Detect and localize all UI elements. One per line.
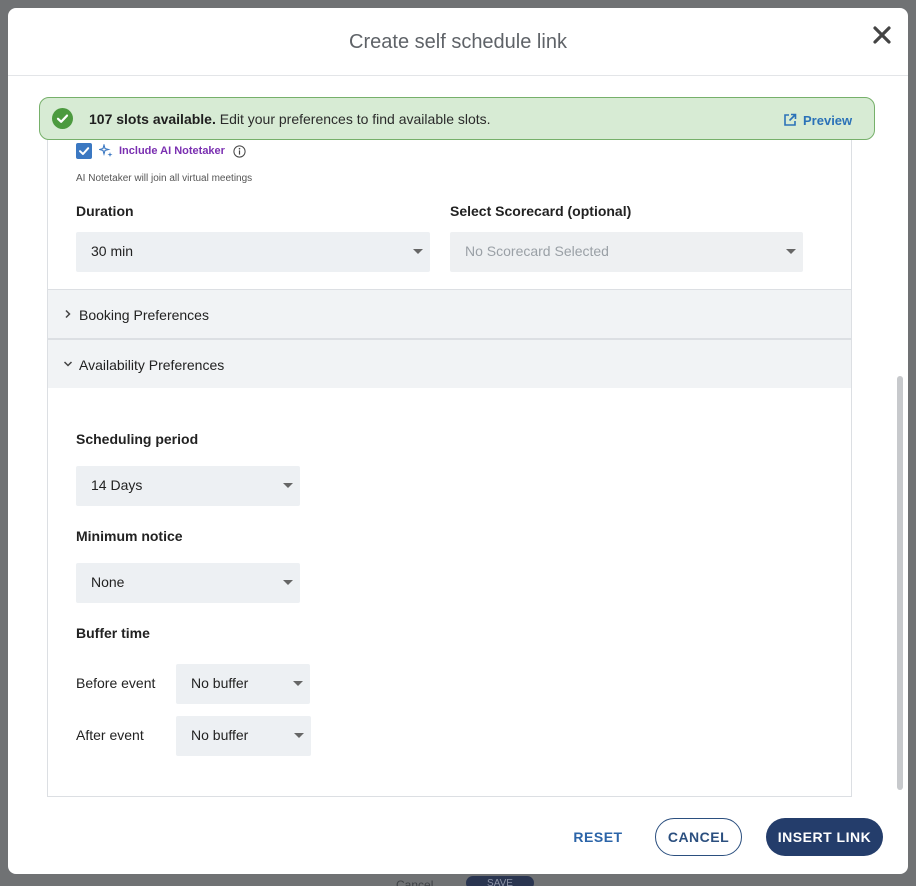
- banner-message: 107 slots available. Edit your preferenc…: [89, 111, 491, 127]
- booking-preferences-header[interactable]: Booking Preferences: [47, 289, 852, 339]
- ai-notetaker-note: AI Notetaker will join all virtual meeti…: [76, 173, 253, 184]
- after-event-value: No buffer: [191, 727, 249, 743]
- ai-notetaker-label: Include AI Notetaker: [119, 145, 225, 157]
- duration-label: Duration: [76, 203, 134, 219]
- availability-preferences-label: Availability Preferences: [79, 357, 225, 373]
- check-circle-icon: [52, 108, 73, 129]
- slots-available-banner: 107 slots available. Edit your preferenc…: [39, 97, 875, 140]
- minimum-notice-value: None: [91, 574, 125, 590]
- close-button[interactable]: [869, 22, 895, 48]
- sparkle-icon: [99, 144, 113, 157]
- availability-preferences-header[interactable]: Availability Preferences: [47, 339, 852, 389]
- external-link-icon: [784, 113, 797, 126]
- modal-scroll-area[interactable]: Include AI Notetaker AI Notetaker will j…: [8, 77, 908, 797]
- duration-select[interactable]: 30 min: [76, 232, 430, 272]
- chevron-down-icon: [413, 249, 423, 254]
- chevron-down-icon: [294, 733, 304, 738]
- scheduling-period-select[interactable]: 14 Days: [76, 466, 300, 506]
- backdrop-cancel-text: Cancel: [396, 878, 434, 886]
- reset-button[interactable]: RESET: [561, 818, 635, 856]
- scheduling-period-value: 14 Days: [91, 477, 143, 493]
- scheduling-period-label: Scheduling period: [76, 431, 199, 447]
- after-event-select[interactable]: No buffer: [176, 716, 311, 756]
- chevron-down-icon: [283, 580, 293, 585]
- before-event-label: Before event: [76, 675, 156, 691]
- chevron-down-icon: [293, 681, 303, 686]
- cancel-button[interactable]: CANCEL: [655, 818, 742, 856]
- ai-notetaker-checkbox[interactable]: [76, 143, 92, 159]
- banner-hint-text: Edit your preferences to find available …: [215, 111, 491, 127]
- chevron-right-icon: [65, 309, 71, 319]
- slots-count-text: 107 slots available.: [89, 111, 216, 127]
- minimum-notice-label: Minimum notice: [76, 528, 183, 544]
- preview-link[interactable]: Preview: [783, 110, 852, 130]
- chevron-down-icon: [786, 249, 796, 254]
- preview-label: Preview: [803, 112, 853, 128]
- chevron-down-icon: [63, 361, 73, 367]
- backdrop-save-button: SAVE: [466, 876, 534, 886]
- scrollbar-thumb[interactable]: [897, 376, 903, 790]
- info-icon[interactable]: [233, 144, 246, 158]
- insert-link-button[interactable]: INSERT LINK: [766, 818, 883, 856]
- self-schedule-modal: Create self schedule link 107 slots avai…: [8, 8, 908, 874]
- backdrop-footer: Cancel SAVE: [380, 872, 540, 886]
- scorecard-label: Select Scorecard (optional): [450, 203, 632, 219]
- close-icon: [873, 26, 891, 44]
- booking-preferences-label: Booking Preferences: [79, 307, 209, 323]
- ai-notetaker-row: Include AI Notetaker: [76, 143, 246, 159]
- duration-value: 30 min: [91, 243, 134, 259]
- buffer-time-label: Buffer time: [76, 625, 150, 641]
- after-event-label: After event: [76, 727, 144, 743]
- chevron-down-icon: [283, 483, 293, 488]
- minimum-notice-select[interactable]: None: [76, 563, 300, 603]
- modal-title: Create self schedule link: [349, 31, 567, 53]
- before-event-value: No buffer: [191, 675, 249, 691]
- scorecard-placeholder: No Scorecard Selected: [465, 243, 609, 259]
- modal-header: Create self schedule link: [8, 8, 908, 76]
- scorecard-select[interactable]: No Scorecard Selected: [450, 232, 803, 272]
- before-event-select[interactable]: No buffer: [176, 664, 310, 704]
